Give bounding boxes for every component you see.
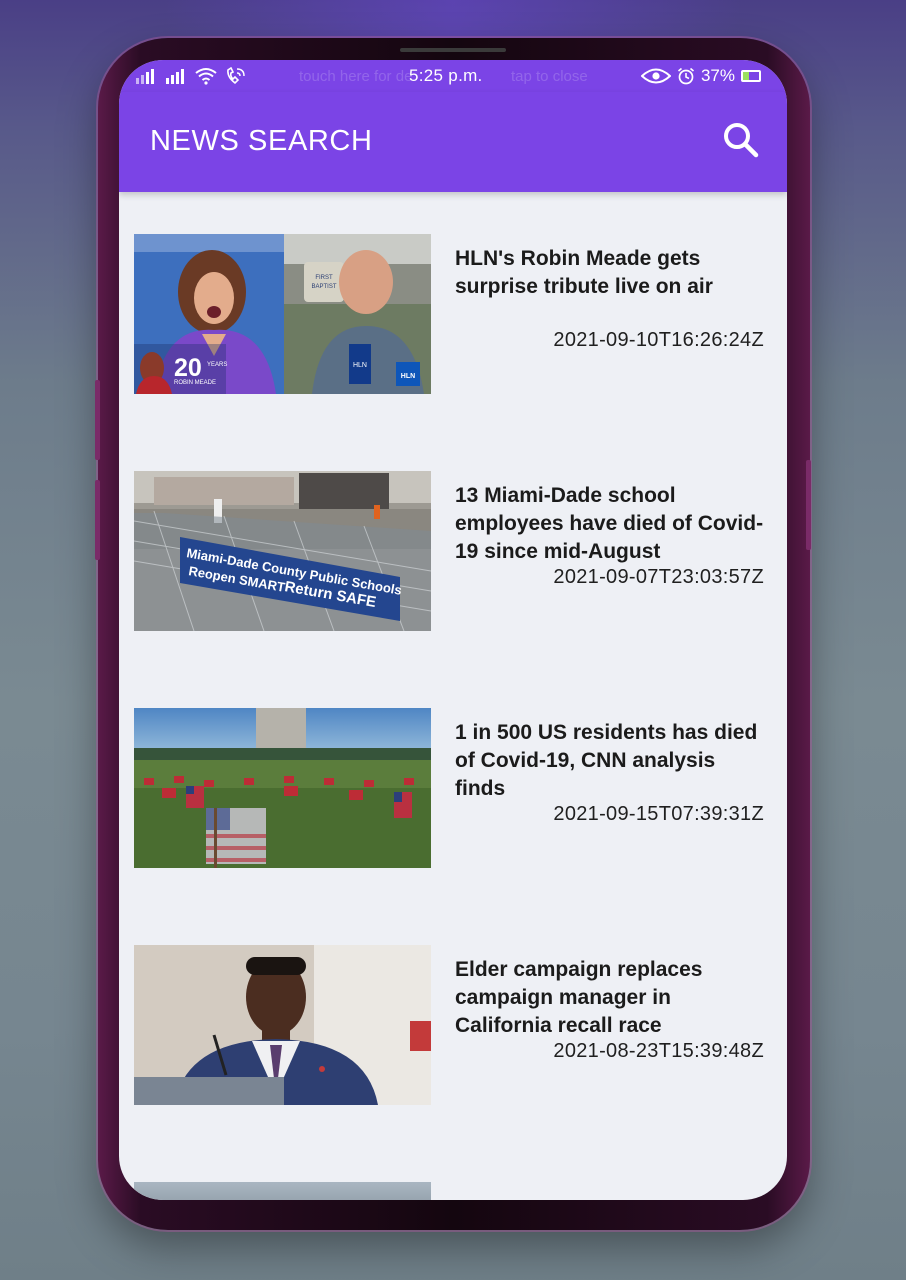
notification-hint: touch here for de bbox=[299, 68, 413, 85]
app-screen: touch here for de 5:25 p.m. tap to close… bbox=[119, 60, 787, 1200]
battery-percent: 37% bbox=[700, 66, 735, 85]
news-timestamp: 2021-09-10T16:26:24Z bbox=[553, 329, 764, 351]
news-item[interactable]: 20 YEARS ROBIN MEADE FIRST BAPTIST HLN H… bbox=[134, 234, 764, 396]
signal-icon bbox=[166, 69, 184, 84]
badge-name: ROBIN MEADE bbox=[174, 380, 216, 386]
battery-level bbox=[743, 72, 749, 80]
news-list[interactable]: 20 YEARS ROBIN MEADE FIRST BAPTIST HLN H… bbox=[119, 192, 787, 1200]
notification-hint: tap to close bbox=[511, 68, 588, 85]
news-thumbnail-partial[interactable] bbox=[134, 1182, 431, 1200]
news-timestamp: 2021-09-07T23:03:57Z bbox=[553, 566, 764, 588]
search-icon bbox=[724, 123, 759, 158]
network-logo: HLN bbox=[353, 362, 367, 369]
status-time: 5:25 p.m. bbox=[409, 66, 483, 85]
news-headline: HLN's Robin Meade gets surprise tribute … bbox=[455, 247, 713, 298]
sign-text: FIRST bbox=[315, 275, 333, 281]
sign-text: BAPTIST bbox=[311, 284, 336, 290]
news-headline: 1 in 500 US residents has died of Covid-… bbox=[455, 721, 758, 800]
network-logo: HLN bbox=[401, 373, 415, 380]
badge-years: YEARS bbox=[207, 362, 227, 368]
search-button[interactable] bbox=[719, 118, 763, 162]
news-thumbnail bbox=[134, 945, 431, 1105]
earpiece-speaker bbox=[400, 48, 506, 52]
signal-icon bbox=[136, 69, 154, 84]
wifi-calling-icon bbox=[227, 67, 245, 85]
news-thumbnail: Miami-Dade County Public Schools Reopen … bbox=[134, 471, 431, 631]
eye-icon bbox=[640, 68, 671, 84]
news-item[interactable]: 1 in 500 US residents has died of Covid-… bbox=[134, 708, 764, 870]
power-button bbox=[806, 460, 811, 550]
news-item[interactable]: Miami-Dade County Public Schools Reopen … bbox=[134, 471, 764, 633]
news-timestamp: 2021-09-15T07:39:31Z bbox=[553, 803, 764, 825]
volume-button bbox=[95, 480, 100, 560]
news-thumbnail bbox=[134, 708, 431, 868]
battery-icon bbox=[741, 70, 761, 82]
status-bar: touch here for de 5:25 p.m. tap to close… bbox=[119, 60, 787, 92]
app-title: NEWS SEARCH bbox=[150, 125, 373, 157]
news-item[interactable]: Elder campaign replaces campaign manager… bbox=[134, 945, 764, 1107]
news-headline: Elder campaign replaces campaign manager… bbox=[455, 958, 703, 1037]
status-left-icons bbox=[135, 67, 245, 85]
volume-button bbox=[95, 380, 100, 460]
status-right-icons: 37% bbox=[640, 66, 761, 86]
app-bar: NEWS SEARCH bbox=[119, 92, 787, 192]
alarm-icon bbox=[677, 67, 694, 85]
badge-number: 20 bbox=[174, 354, 202, 382]
news-headline: 13 Miami-Dade school employees have died… bbox=[455, 484, 764, 563]
news-timestamp: 2021-08-23T15:39:48Z bbox=[553, 1040, 764, 1062]
wifi-icon bbox=[195, 68, 217, 85]
news-thumbnail: 20 YEARS ROBIN MEADE FIRST BAPTIST HLN H… bbox=[134, 234, 431, 394]
